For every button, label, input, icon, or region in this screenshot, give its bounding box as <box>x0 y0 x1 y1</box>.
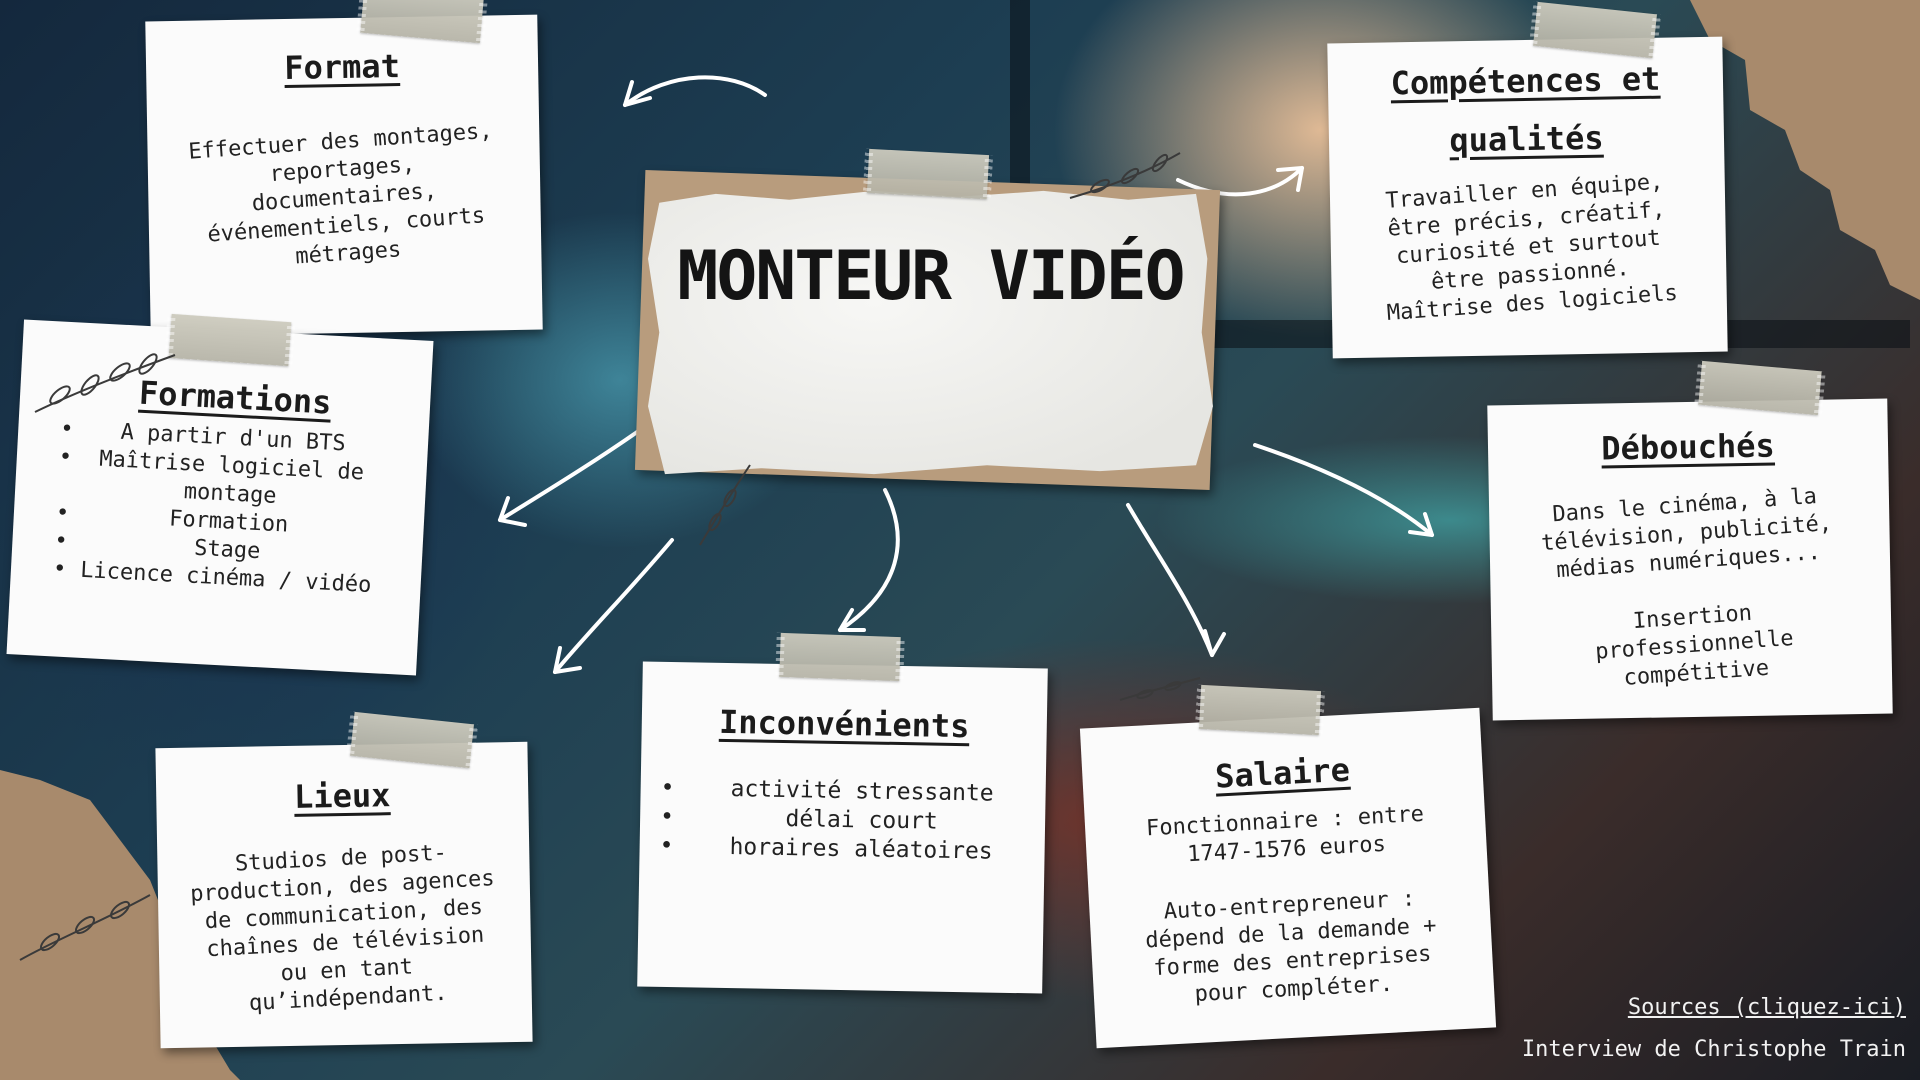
list-item-text: horaires aléatoires <box>729 834 993 865</box>
leaf-branch-icon <box>34 353 176 413</box>
card-text: Studios de post- production, des agences… <box>189 840 496 1017</box>
card-debouches: Débouchés Dans le cinéma, à la télévisio… <box>1487 398 1893 721</box>
bullet-icon: • <box>659 832 674 860</box>
interview-credit: Interview de Christophe Train <box>1521 1037 1906 1062</box>
leaf-branch-icon <box>1069 152 1181 199</box>
inconvenients-tape <box>779 632 901 682</box>
list-item-text: activité stressante <box>730 776 994 807</box>
bullet-icon: • <box>53 528 69 555</box>
card-text: Travailler en équipe, être précis, créat… <box>1384 169 1679 326</box>
page-title: MONTEUR VIDÉO <box>677 237 1185 316</box>
card-heading: Compétences et qualités <box>1390 59 1661 160</box>
card-competences: Compétences et qualités Travailler en éq… <box>1327 36 1728 359</box>
formations-tape <box>168 313 292 367</box>
card-text: Effectuer des montages, reportages, docu… <box>187 118 494 270</box>
sources-link[interactable]: Sources (cliquez-ici) <box>1628 995 1906 1020</box>
card-lieux: Lieux Studios de post- production, des a… <box>155 741 533 1049</box>
leaf-branch-icon <box>1119 677 1201 701</box>
list-item-text: Stage <box>193 535 261 565</box>
card-text: Fonctionnaire : entre 1747-1576 euros Au… <box>1144 801 1438 1008</box>
bullet-icon: • <box>55 500 70 527</box>
card-heading: Salaire <box>1214 750 1351 796</box>
formations-list: • A partir d'un BTS • Maîtrise logiciel de… <box>52 416 406 602</box>
center-tape <box>866 148 990 200</box>
card-inconvenients: Inconvénients • activité stressante • déla… <box>637 661 1048 994</box>
bullet-icon: • <box>659 803 675 831</box>
bullet-icon: • <box>660 774 675 802</box>
card-heading: Débouchés <box>1601 426 1776 468</box>
list-item: • horaires aléatoires <box>659 832 1030 867</box>
leaf-branch-icon <box>19 894 151 961</box>
card-format: Format Effectuer des montages, reportage… <box>145 14 543 337</box>
card-heading: Format <box>283 47 401 88</box>
inconvenients-list: • activité stressante • délai court • horai… <box>659 774 1031 867</box>
salaire-tape <box>1198 684 1322 736</box>
leaf-branch-icon <box>699 464 751 546</box>
list-item-text: Formation <box>168 506 289 538</box>
center-card <box>648 190 1213 475</box>
card-salaire: Salaire Fonctionnaire : entre 1747-1576 … <box>1079 707 1497 1049</box>
card-text: Dans le cinéma, à la télévision, publici… <box>1540 483 1833 691</box>
card-heading: Inconvénients <box>718 702 970 746</box>
bullet-icon: • <box>58 444 73 471</box>
bullet-icon: • <box>52 556 67 583</box>
list-item-text: délai court <box>785 806 938 835</box>
card-heading: Lieux <box>293 776 391 816</box>
